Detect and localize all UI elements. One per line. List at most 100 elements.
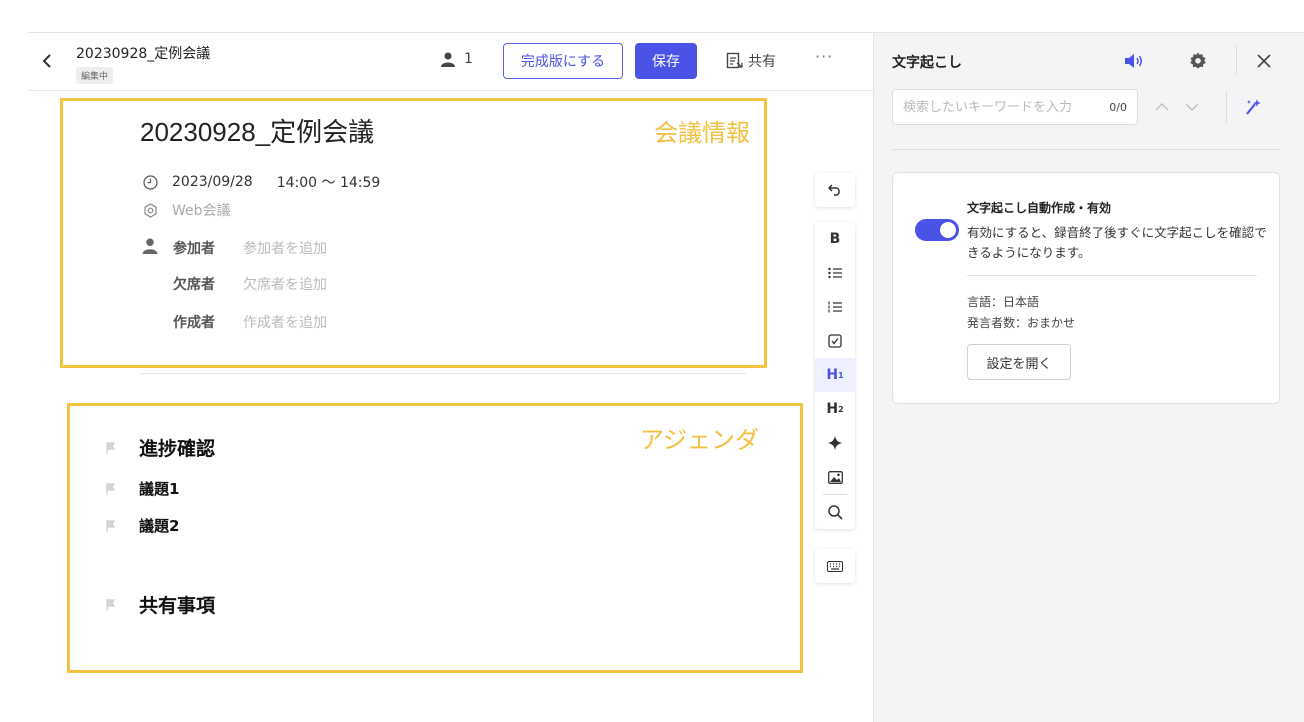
checkbox-icon xyxy=(828,334,842,348)
agenda-item[interactable]: 議題2 xyxy=(103,515,179,536)
language-setting: 言語：日本語 xyxy=(967,295,1040,309)
format-toolbar: B H1 H2 xyxy=(815,222,855,529)
close-icon xyxy=(1257,54,1271,68)
undo-button[interactable] xyxy=(815,173,855,207)
share-icon xyxy=(726,52,743,69)
settings-button[interactable] xyxy=(1186,49,1210,73)
heading2-letter: H xyxy=(826,401,839,417)
agenda-item-label: 進捗確認 xyxy=(139,438,216,460)
undo-icon xyxy=(828,184,840,196)
document-title: 20230928_定例会議 xyxy=(76,46,211,62)
chevron-up-icon xyxy=(1155,103,1169,111)
previous-result-button[interactable] xyxy=(1150,95,1174,119)
ai-assist-button[interactable] xyxy=(815,426,855,460)
flag-icon xyxy=(103,518,119,534)
finalize-button[interactable]: 完成版にする xyxy=(503,43,623,79)
more-menu-button[interactable]: ··· xyxy=(815,47,833,66)
search-button[interactable] xyxy=(815,495,855,529)
keyboard-icon xyxy=(827,560,843,572)
undo-group xyxy=(815,173,855,207)
clock-icon xyxy=(142,174,158,190)
meeting-location[interactable]: Web会議 xyxy=(142,200,231,220)
agenda-annotation: アジェンダ xyxy=(640,426,760,454)
location-label: Web会議 xyxy=(172,203,231,219)
open-settings-button[interactable]: 設定を開く xyxy=(967,344,1071,380)
author-row[interactable]: 作成者 作成者を追加 xyxy=(173,312,327,332)
absentees-placeholder[interactable]: 欠席者を追加 xyxy=(243,274,327,294)
author-label: 作成者 xyxy=(173,315,215,331)
heading1-button[interactable]: H1 xyxy=(815,358,855,392)
agenda-item-label: 議題1 xyxy=(139,480,180,498)
flag-icon xyxy=(103,597,119,613)
numbered-list-icon xyxy=(828,301,842,313)
image-icon xyxy=(827,470,843,484)
card-description: 有効にすると、録音終了後すぐに文字起こしを確認できるようになります。 xyxy=(967,225,1267,260)
chevron-left-icon xyxy=(42,54,51,68)
agenda-item[interactable]: 議題1 xyxy=(103,478,179,499)
search-separator xyxy=(1226,91,1227,123)
transcription-panel: 文字起こし 0/0 文字起こし自動作成・有効 有効にすると、録音終了後すぐに文字… xyxy=(873,33,1304,722)
speaker-count-setting: 発言者数：おまかせ xyxy=(967,316,1076,330)
auto-transcription-card: 文字起こし自動作成・有効 有効にすると、録音終了後すぐに文字起こしを確認できるよ… xyxy=(892,172,1280,404)
participants-label: 参加者 xyxy=(173,241,215,257)
search-icon xyxy=(827,504,843,520)
participants-row[interactable]: 参加者 参加者を追加 xyxy=(173,238,327,258)
agenda-item[interactable]: 進捗確認 xyxy=(103,434,215,461)
heading2-button[interactable]: H2 xyxy=(815,392,855,426)
transcript-search[interactable]: 0/0 xyxy=(892,89,1138,125)
meeting-date: 2023/09/28 xyxy=(172,174,253,190)
header-separator xyxy=(1236,45,1237,75)
absentees-row[interactable]: 欠席者 欠席者を追加 xyxy=(173,274,327,294)
bullet-list-button[interactable] xyxy=(815,256,855,290)
magic-wand-icon xyxy=(1246,99,1261,115)
bold-button[interactable]: B xyxy=(815,222,855,256)
section-divider xyxy=(140,373,746,374)
person-icon xyxy=(441,52,455,67)
agenda-item[interactable]: 共有事項 xyxy=(103,591,215,618)
next-result-button[interactable] xyxy=(1180,95,1204,119)
card-divider xyxy=(967,275,1257,276)
agenda-item-label: 議題2 xyxy=(139,517,180,535)
card-title: 文字起こし自動作成・有効 xyxy=(967,201,1112,215)
panel-divider xyxy=(892,149,1280,150)
person-icon xyxy=(142,238,158,254)
absentees-label: 欠席者 xyxy=(173,277,215,293)
sparkle-icon xyxy=(828,436,842,450)
toggle-knob xyxy=(940,222,956,238)
auto-transcription-toggle[interactable] xyxy=(915,219,959,241)
save-button[interactable]: 保存 xyxy=(635,43,697,79)
gear-icon xyxy=(1190,52,1206,69)
back-button[interactable] xyxy=(38,47,56,75)
close-button[interactable] xyxy=(1252,49,1276,73)
flag-icon xyxy=(103,440,119,456)
location-icon xyxy=(142,202,158,218)
magic-clean-button[interactable] xyxy=(1241,95,1265,119)
heading2-level: 2 xyxy=(838,404,844,414)
meeting-time: 14:00 〜 14:59 xyxy=(276,175,381,191)
share-label: 共有 xyxy=(748,54,776,70)
bullet-list-icon xyxy=(828,267,842,279)
keyboard-group xyxy=(815,549,855,583)
search-result-count: 0/0 xyxy=(1109,100,1127,114)
participants-placeholder[interactable]: 参加者を追加 xyxy=(243,238,327,258)
keyboard-shortcuts-button[interactable] xyxy=(815,549,855,583)
insert-image-button[interactable] xyxy=(815,460,855,494)
active-users[interactable]: 1 xyxy=(441,51,473,67)
editor-header: 20230928_定例会議 編集中 1 完成版にする 保存 共有 ··· xyxy=(28,33,873,91)
meeting-info-annotation: 会議情報 xyxy=(654,119,750,147)
speaker-button[interactable] xyxy=(1122,49,1146,73)
author-placeholder[interactable]: 作成者を追加 xyxy=(243,312,327,332)
search-input[interactable] xyxy=(903,99,1106,115)
numbered-list-button[interactable] xyxy=(815,290,855,324)
speaker-icon xyxy=(1125,54,1142,68)
share-button[interactable]: 共有 xyxy=(726,51,776,71)
user-count-value: 1 xyxy=(464,51,473,67)
status-badge: 編集中 xyxy=(76,67,114,84)
panel-title: 文字起こし xyxy=(892,55,962,71)
agenda-item-label: 共有事項 xyxy=(139,595,216,617)
meeting-title[interactable]: 20230928_定例会議 xyxy=(140,112,374,149)
flag-icon xyxy=(103,481,119,497)
checklist-button[interactable] xyxy=(815,324,855,358)
meeting-datetime[interactable]: 2023/09/28 14:00 〜 14:59 xyxy=(142,172,380,192)
heading1-level: 1 xyxy=(838,370,844,380)
